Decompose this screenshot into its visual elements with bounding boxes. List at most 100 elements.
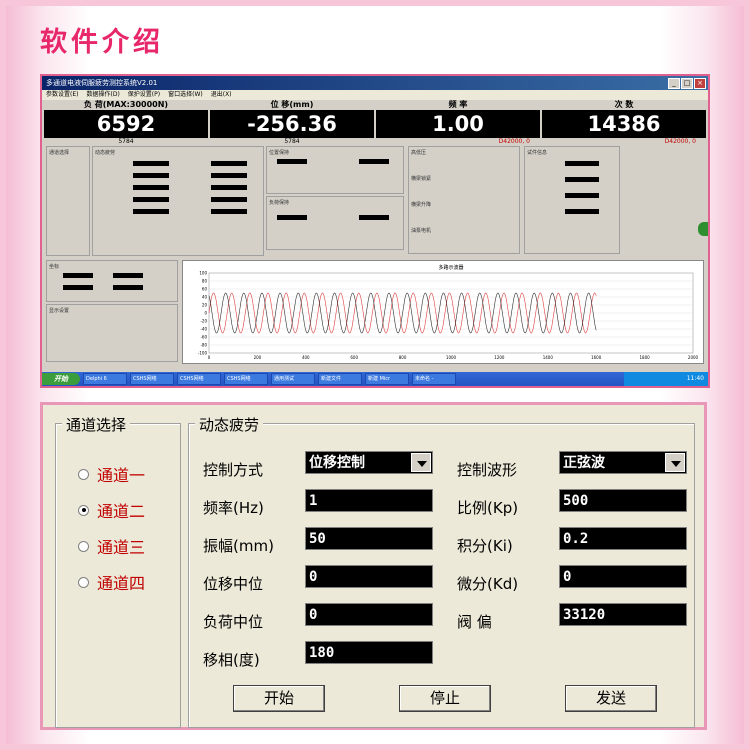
taskbar-item[interactable]: Delphi 6 [83, 373, 127, 385]
window-controls: _ □ × [668, 78, 706, 89]
side-tab-icon [698, 222, 708, 236]
menu-params[interactable]: 参数设置(E) [46, 90, 78, 100]
kd-input[interactable]: 0 [559, 565, 687, 588]
control-mode-label: 控制方式 [203, 461, 264, 479]
chart-title: 多路示波器 [438, 264, 463, 271]
waveform-select[interactable]: 正弦波 [559, 451, 687, 474]
channel-2-label: 通道二 [97, 502, 146, 521]
mini-field [133, 161, 169, 166]
control-mode-select[interactable]: 位移控制 [305, 451, 433, 474]
mini-load-hold-title: 负荷保持 [269, 200, 290, 206]
taskbar-item[interactable]: 通用测试 [271, 373, 315, 385]
ki-input[interactable]: 0.2 [559, 527, 687, 550]
mini-field [359, 215, 389, 220]
mini-field [133, 197, 169, 202]
menubar: 参数设置(E) 数据操作(D) 保护设置(P) 窗口选择(W) 退出(X) [42, 90, 708, 100]
amplitude-label: 振幅(mm) [203, 537, 274, 555]
mini-field [63, 273, 93, 278]
menu-data[interactable]: 数据操作(D) [86, 90, 119, 100]
mini-field [565, 161, 599, 166]
x-tick-label: 400 [302, 355, 310, 360]
load-center-input[interactable]: 0 [305, 603, 433, 626]
mini-field [359, 159, 389, 164]
mini-field [211, 173, 247, 178]
mini-lock-title: 横梁锁紧 [411, 176, 432, 182]
readout-label: 位 移(mm) [210, 100, 374, 110]
kd-label: 微分(Kd) [457, 575, 519, 593]
channel-3-radio[interactable] [78, 540, 89, 552]
mini-info-title: 试件信息 [527, 150, 548, 156]
valve-bias-input[interactable]: 33120 [559, 603, 687, 626]
taskbar: 开始 Delphi 6 CSHS网络 CSHS网络 CSHS网络 通用测试 新建… [42, 372, 708, 386]
channel-1-radio[interactable] [78, 468, 89, 480]
send-button[interactable]: 发送 [565, 685, 657, 712]
y-tick-label: -40 [200, 327, 207, 332]
mini-field [211, 209, 247, 214]
waveform-value: 正弦波 [563, 455, 605, 471]
software-screenshot: 多通道电液伺服疲劳测控系统V2.01 _ □ × 参数设置(E) 数据操作(D)… [40, 74, 710, 388]
x-tick-label: 200 [254, 355, 262, 360]
channel-3-option[interactable]: 通道三 [78, 534, 145, 558]
readout-count: 次 数 14386 D42000, 0 [542, 100, 706, 146]
window-titlebar: 多通道电液伺服疲劳测控系统V2.01 _ □ × [42, 76, 708, 90]
menu-protect[interactable]: 保护设置(P) [128, 90, 160, 100]
mini-field [565, 177, 599, 182]
mini-field [277, 215, 307, 220]
y-tick-label: 80 [202, 279, 208, 284]
mini-field [133, 209, 169, 214]
y-tick-label: 60 [202, 287, 208, 292]
channel-4-radio[interactable] [78, 576, 89, 588]
close-icon[interactable]: × [694, 78, 706, 89]
frequency-input[interactable]: 1 [305, 489, 433, 512]
x-tick-label: 1600 [591, 355, 602, 360]
taskbar-item[interactable]: CSHS网络 [130, 373, 174, 385]
menu-window[interactable]: 窗口选择(W) [168, 90, 203, 100]
chevron-down-icon[interactable] [665, 453, 685, 472]
taskbar-item[interactable]: CSHS网络 [177, 373, 221, 385]
mini-field [211, 161, 247, 166]
x-tick-label: 2000 [688, 355, 699, 360]
mini-field [211, 197, 247, 202]
taskbar-item[interactable]: 新建 Micr [365, 373, 409, 385]
readout-sub: D42000, 0 [376, 138, 540, 146]
x-tick-label: 1400 [543, 355, 554, 360]
amplitude-input[interactable]: 50 [305, 527, 433, 550]
oscilloscope-plot: 多路示波器 100 80 60 40 20 0 -20 -40 -60 -80 -100 0 200 400… [182, 260, 704, 364]
taskbar-item[interactable]: CSHS网络 [224, 373, 268, 385]
y-tick-label: 0 [204, 311, 207, 316]
oscilloscope-svg: 多路示波器100806040200-20-40-60-80-1000 200 400… [198, 264, 699, 360]
channel-group-title: 通道选择 [62, 414, 131, 435]
taskbar-item[interactable]: 未命名 - [412, 373, 456, 385]
x-tick-label: 0 [208, 355, 211, 360]
y-tick-label: 100 [199, 271, 207, 276]
mini-motor-title: 油泵电机 [411, 228, 432, 234]
channel-2-radio[interactable] [78, 504, 89, 516]
x-tick-label: 1800 [640, 355, 651, 360]
readout-label: 负 荷(MAX:30000N) [44, 100, 208, 110]
minimize-icon[interactable]: _ [668, 78, 680, 89]
readout-value: 14386 [542, 110, 706, 138]
maximize-icon[interactable]: □ [681, 78, 693, 89]
phase-label: 移相(度) [203, 651, 260, 669]
start-button[interactable]: 开始 [42, 373, 80, 385]
menu-exit[interactable]: 退出(X) [211, 90, 232, 100]
window-title: 多通道电液伺服疲劳测控系统V2.01 [46, 79, 158, 87]
mini-field [565, 209, 599, 214]
chevron-down-icon[interactable] [411, 453, 431, 472]
start-button[interactable]: 开始 [233, 685, 325, 712]
taskbar-item[interactable]: 新建文件 [318, 373, 362, 385]
readout-label: 次 数 [542, 100, 706, 110]
mini-specimen-group: 试件信息 [524, 146, 620, 254]
phase-input[interactable]: 180 [305, 641, 433, 664]
readout-value: 1.00 [376, 110, 540, 138]
x-tick-label: 1000 [446, 355, 457, 360]
disp-center-input[interactable]: 0 [305, 565, 433, 588]
mini-channel-title: 通道选择 [49, 150, 70, 156]
kp-input[interactable]: 500 [559, 489, 687, 512]
channel-1-label: 通道一 [97, 466, 146, 485]
channel-2-option[interactable]: 通道二 [78, 498, 145, 522]
channel-1-option[interactable]: 通道一 [78, 462, 145, 486]
x-tick-label: 800 [399, 355, 407, 360]
channel-4-option[interactable]: 通道四 [78, 570, 145, 594]
stop-button[interactable]: 停止 [399, 685, 491, 712]
